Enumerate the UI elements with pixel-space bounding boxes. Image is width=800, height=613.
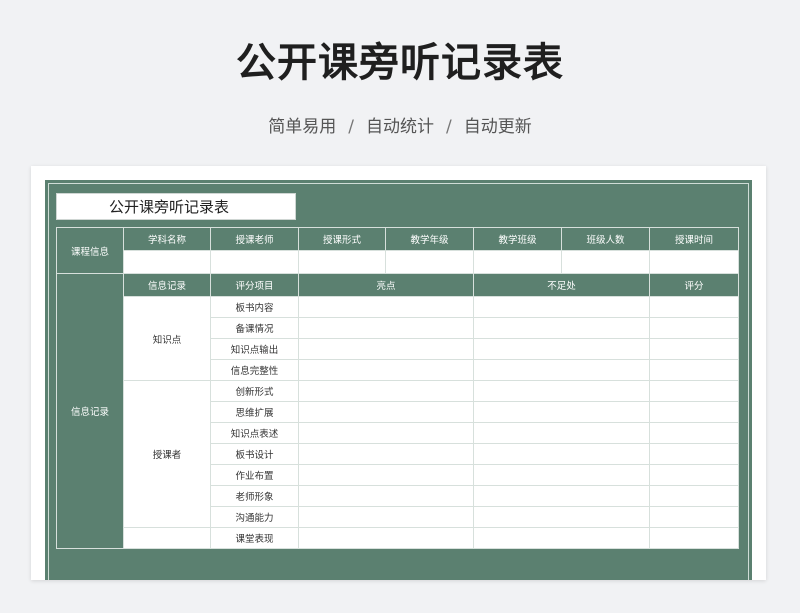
item-label: 作业布置 bbox=[210, 464, 299, 486]
col-score: 评分 bbox=[649, 273, 739, 297]
highlight-cell[interactable] bbox=[298, 380, 474, 402]
highlight-cell[interactable] bbox=[298, 317, 474, 339]
group-lecturer: 授课者 bbox=[123, 380, 211, 528]
shortcoming-cell[interactable] bbox=[473, 317, 650, 339]
shortcoming-cell[interactable] bbox=[473, 485, 650, 507]
format-cell[interactable] bbox=[298, 250, 386, 274]
col-score-item: 评分项目 bbox=[210, 273, 299, 297]
shortcoming-cell[interactable] bbox=[473, 338, 650, 360]
highlight-cell[interactable] bbox=[298, 443, 474, 465]
item-label: 老师形象 bbox=[210, 485, 299, 507]
spreadsheet: 公开课旁听记录表 课程信息 学科名称 授课老师 授课形式 教学年级 教学班级 班… bbox=[45, 180, 752, 580]
record-header-row: 信息记录 信息记录 评分项目 亮点 不足处 评分 bbox=[56, 273, 739, 549]
feature-auto-stat: 自动统计 bbox=[366, 117, 434, 137]
grade-cell[interactable] bbox=[385, 250, 474, 274]
separator: / bbox=[446, 117, 452, 137]
item-label: 知识点表述 bbox=[210, 422, 299, 444]
score-cell[interactable] bbox=[649, 359, 739, 381]
col-format: 授课形式 bbox=[298, 227, 386, 251]
item-label: 板书内容 bbox=[210, 296, 299, 318]
item-label: 思维扩展 bbox=[210, 401, 299, 423]
highlight-cell[interactable] bbox=[298, 359, 474, 381]
course-input-row bbox=[57, 250, 739, 274]
col-highlight: 亮点 bbox=[298, 273, 474, 297]
shortcoming-cell[interactable] bbox=[473, 506, 650, 528]
time-cell[interactable] bbox=[649, 250, 739, 274]
group-third bbox=[123, 527, 211, 549]
score-cell[interactable] bbox=[649, 506, 739, 528]
table-row: 授课者 创新形式 bbox=[57, 380, 739, 528]
col-class: 教学班级 bbox=[473, 227, 562, 251]
score-cell[interactable] bbox=[649, 380, 739, 402]
course-header-row: 课程信息 学科名称 授课老师 授课形式 教学年级 教学班级 班级人数 授课时间 bbox=[56, 227, 739, 274]
col-subject: 学科名称 bbox=[123, 227, 211, 251]
page-title: 公开课旁听记录表 bbox=[236, 40, 564, 86]
item-label: 信息完整性 bbox=[210, 359, 299, 381]
col-info-record: 信息记录 bbox=[123, 273, 211, 297]
feature-tagline: 简单易用 / 自动统计 / 自动更新 bbox=[0, 112, 800, 137]
separator: / bbox=[348, 117, 354, 137]
item-label: 课堂表现 bbox=[210, 527, 299, 549]
score-cell[interactable] bbox=[649, 443, 739, 465]
group-knowledge: 知识点 bbox=[123, 296, 211, 381]
item-label: 板书设计 bbox=[210, 443, 299, 465]
score-cell[interactable] bbox=[649, 527, 739, 549]
subject-cell[interactable] bbox=[123, 250, 211, 274]
highlight-cell[interactable] bbox=[298, 296, 474, 318]
highlight-cell[interactable] bbox=[298, 338, 474, 360]
score-cell[interactable] bbox=[649, 317, 739, 339]
feature-auto-update: 自动更新 bbox=[463, 117, 532, 137]
highlight-cell[interactable] bbox=[298, 422, 474, 444]
item-label: 知识点输出 bbox=[210, 338, 299, 360]
shortcoming-cell[interactable] bbox=[473, 464, 650, 486]
highlight-cell[interactable] bbox=[298, 527, 474, 549]
score-cell[interactable] bbox=[649, 296, 739, 318]
preview-card: 公开课旁听记录表 课程信息 学科名称 授课老师 授课形式 教学年级 教学班级 班… bbox=[31, 166, 766, 580]
teacher-cell[interactable] bbox=[210, 250, 299, 274]
col-teacher: 授课老师 bbox=[210, 227, 299, 251]
shortcoming-cell[interactable] bbox=[473, 296, 650, 318]
table-row: 知识点 板书内容 bbox=[57, 296, 739, 381]
shortcoming-cell[interactable] bbox=[473, 380, 650, 402]
col-time: 授课时间 bbox=[649, 227, 739, 251]
table-row: 课堂表现 bbox=[57, 527, 739, 549]
record-section-label: 信息记录 bbox=[56, 273, 124, 549]
score-cell[interactable] bbox=[649, 338, 739, 360]
score-cell[interactable] bbox=[649, 485, 739, 507]
score-cell[interactable] bbox=[649, 422, 739, 444]
shortcoming-cell[interactable] bbox=[473, 422, 650, 444]
score-cell[interactable] bbox=[649, 464, 739, 486]
highlight-cell[interactable] bbox=[298, 485, 474, 507]
shortcoming-cell[interactable] bbox=[473, 401, 650, 423]
highlight-cell[interactable] bbox=[298, 401, 474, 423]
shortcoming-cell[interactable] bbox=[473, 443, 650, 465]
col-class-size: 班级人数 bbox=[561, 227, 650, 251]
record-table: 课程信息 学科名称 授课老师 授课形式 教学年级 教学班级 班级人数 授课时间 … bbox=[56, 227, 739, 549]
highlight-cell[interactable] bbox=[298, 506, 474, 528]
sheet-title: 公开课旁听记录表 bbox=[56, 193, 296, 220]
item-label: 创新形式 bbox=[210, 380, 299, 402]
shortcoming-cell[interactable] bbox=[473, 359, 650, 381]
class-size-cell[interactable] bbox=[561, 250, 650, 274]
item-label: 备课情况 bbox=[210, 317, 299, 339]
item-label: 沟通能力 bbox=[210, 506, 299, 528]
highlight-cell[interactable] bbox=[298, 464, 474, 486]
col-grade: 教学年级 bbox=[385, 227, 474, 251]
score-cell[interactable] bbox=[649, 401, 739, 423]
course-info-label: 课程信息 bbox=[56, 227, 124, 274]
shortcoming-cell[interactable] bbox=[473, 527, 650, 549]
feature-easy: 简单易用 bbox=[268, 117, 337, 137]
class-cell[interactable] bbox=[473, 250, 562, 274]
col-shortcoming: 不足处 bbox=[473, 273, 650, 297]
